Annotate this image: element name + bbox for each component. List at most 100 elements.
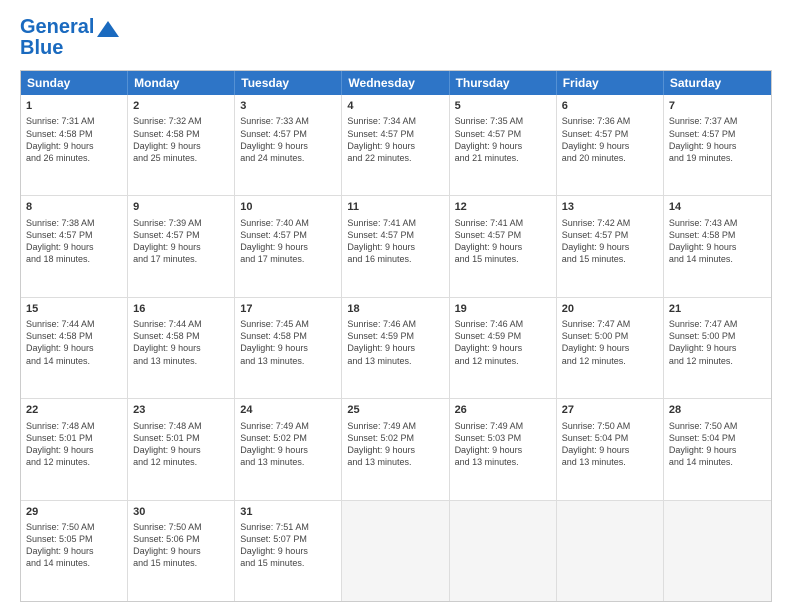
day-number: 24 (240, 403, 336, 418)
cell-info: Sunrise: 7:50 AM Sunset: 5:06 PM Dayligh… (133, 521, 229, 570)
cell-info: Sunrise: 7:35 AM Sunset: 4:57 PM Dayligh… (455, 115, 551, 164)
calendar-cell: 15Sunrise: 7:44 AM Sunset: 4:58 PM Dayli… (21, 298, 128, 398)
day-number: 11 (347, 200, 443, 215)
calendar-cell: 26Sunrise: 7:49 AM Sunset: 5:03 PM Dayli… (450, 399, 557, 499)
calendar-cell: 4Sunrise: 7:34 AM Sunset: 4:57 PM Daylig… (342, 95, 449, 195)
day-number: 3 (240, 99, 336, 114)
logo-general: General (20, 16, 94, 38)
calendar-cell (557, 501, 664, 601)
day-number: 9 (133, 200, 229, 215)
calendar-cell: 23 Sunrise: 7:48 AM Sunset: 5:01 PM Dayli… (128, 399, 235, 499)
cell-info: Sunrise: 7:45 AM Sunset: 4:58 PM Dayligh… (240, 318, 336, 367)
day-number: 4 (347, 99, 443, 114)
day-number: 27 (562, 403, 658, 418)
cell-info: Sunrise: 7:50 AM Sunset: 5:04 PM Dayligh… (669, 420, 766, 469)
cell-info: Sunrise: 7:36 AM Sunset: 4:57 PM Dayligh… (562, 115, 658, 164)
day-number: 30 (133, 505, 229, 520)
cell-info: Sunrise: 7:34 AM Sunset: 4:57 PM Dayligh… (347, 115, 443, 164)
cell-info: Sunrise: 7:47 AM Sunset: 5:00 PM Dayligh… (562, 318, 658, 367)
cell-info: Sunrise: 7:49 AM Sunset: 5:03 PM Dayligh… (455, 420, 551, 469)
calendar-row: 15Sunrise: 7:44 AM Sunset: 4:58 PM Dayli… (21, 297, 771, 398)
weekday-header: Saturday (664, 71, 771, 95)
day-number: 5 (455, 99, 551, 114)
day-number: 31 (240, 505, 336, 520)
calendar-cell (450, 501, 557, 601)
calendar-cell: 22 Sunrise: 7:48 AM Sunset: 5:01 PM Dayli… (21, 399, 128, 499)
calendar-cell: 5Sunrise: 7:35 AM Sunset: 4:57 PM Daylig… (450, 95, 557, 195)
calendar-cell: 25 Sunrise: 7:49 AM Sunset: 5:02 PM Dayli… (342, 399, 449, 499)
calendar-cell: 7Sunrise: 7:37 AM Sunset: 4:57 PM Daylig… (664, 95, 771, 195)
cell-info: Sunrise: 7:38 AM Sunset: 4:57 PM Dayligh… (26, 217, 122, 266)
cell-info: Sunrise: 7:31 AM Sunset: 4:58 PM Dayligh… (26, 115, 122, 164)
day-number: 18 (347, 302, 443, 317)
calendar-cell: 1Sunrise: 7:31 AM Sunset: 4:58 PM Daylig… (21, 95, 128, 195)
cell-info: Sunrise: 7:46 AM Sunset: 4:59 PM Dayligh… (455, 318, 551, 367)
cell-info: Sunrise: 7:44 AM Sunset: 4:58 PM Dayligh… (26, 318, 122, 367)
cell-info: Sunrise: 7:33 AM Sunset: 4:57 PM Dayligh… (240, 115, 336, 164)
header: General Blue (20, 16, 772, 60)
day-number: 23 (133, 403, 229, 418)
cell-info: Sunrise: 7:42 AM Sunset: 4:57 PM Dayligh… (562, 217, 658, 266)
cell-info: Sunrise: 7:46 AM Sunset: 4:59 PM Dayligh… (347, 318, 443, 367)
cell-info: Sunrise: 7:49 AM Sunset: 5:02 PM Dayligh… (347, 420, 443, 469)
calendar-cell: 11 Sunrise: 7:41 AM Sunset: 4:57 PM Dayli… (342, 196, 449, 296)
calendar-cell: 29Sunrise: 7:50 AM Sunset: 5:05 PM Dayli… (21, 501, 128, 601)
cell-info: Sunrise: 7:47 AM Sunset: 5:00 PM Dayligh… (669, 318, 766, 367)
calendar-cell: 30Sunrise: 7:50 AM Sunset: 5:06 PM Dayli… (128, 501, 235, 601)
day-number: 6 (562, 99, 658, 114)
calendar-cell: 21Sunrise: 7:47 AM Sunset: 5:00 PM Dayli… (664, 298, 771, 398)
logo: General Blue (20, 16, 119, 60)
weekday-header: Monday (128, 71, 235, 95)
weekday-header: Tuesday (235, 71, 342, 95)
cell-info: Sunrise: 7:41 AM Sunset: 4:57 PM Dayligh… (455, 217, 551, 266)
logo-triangle-icon (97, 21, 119, 37)
page: General Blue SundayMondayTuesdayWednesda… (0, 0, 792, 612)
day-number: 25 (347, 403, 443, 418)
day-number: 8 (26, 200, 122, 215)
day-number: 20 (562, 302, 658, 317)
calendar-cell: 24 Sunrise: 7:49 AM Sunset: 5:02 PM Dayli… (235, 399, 342, 499)
day-number: 19 (455, 302, 551, 317)
calendar-row: 1Sunrise: 7:31 AM Sunset: 4:58 PM Daylig… (21, 95, 771, 195)
cell-info: Sunrise: 7:32 AM Sunset: 4:58 PM Dayligh… (133, 115, 229, 164)
day-number: 15 (26, 302, 122, 317)
cell-info: Sunrise: 7:37 AM Sunset: 4:57 PM Dayligh… (669, 115, 766, 164)
cell-info: Sunrise: 7:40 AM Sunset: 4:57 PM Dayligh… (240, 217, 336, 266)
calendar-cell: 3Sunrise: 7:33 AM Sunset: 4:57 PM Daylig… (235, 95, 342, 195)
calendar-cell: 31Sunrise: 7:51 AM Sunset: 5:07 PM Dayli… (235, 501, 342, 601)
day-number: 10 (240, 200, 336, 215)
calendar-header: SundayMondayTuesdayWednesdayThursdayFrid… (21, 71, 771, 95)
day-number: 13 (562, 200, 658, 215)
calendar-cell (664, 501, 771, 601)
calendar-cell: 19Sunrise: 7:46 AM Sunset: 4:59 PM Dayli… (450, 298, 557, 398)
weekday-header: Sunday (21, 71, 128, 95)
calendar-cell: 18Sunrise: 7:46 AM Sunset: 4:59 PM Dayli… (342, 298, 449, 398)
calendar-cell: 10 Sunrise: 7:40 AM Sunset: 4:57 PM Dayli… (235, 196, 342, 296)
cell-info: Sunrise: 7:41 AM Sunset: 4:57 PM Dayligh… (347, 217, 443, 266)
calendar-cell: 16Sunrise: 7:44 AM Sunset: 4:58 PM Dayli… (128, 298, 235, 398)
calendar-row: 22 Sunrise: 7:48 AM Sunset: 5:01 PM Dayli… (21, 398, 771, 499)
day-number: 21 (669, 302, 766, 317)
weekday-header: Thursday (450, 71, 557, 95)
calendar: SundayMondayTuesdayWednesdayThursdayFrid… (20, 70, 772, 602)
calendar-row: 29Sunrise: 7:50 AM Sunset: 5:05 PM Dayli… (21, 500, 771, 601)
calendar-cell: 20Sunrise: 7:47 AM Sunset: 5:00 PM Dayli… (557, 298, 664, 398)
cell-info: Sunrise: 7:39 AM Sunset: 4:57 PM Dayligh… (133, 217, 229, 266)
day-number: 29 (26, 505, 122, 520)
cell-info: Sunrise: 7:44 AM Sunset: 4:58 PM Dayligh… (133, 318, 229, 367)
cell-info: Sunrise: 7:48 AM Sunset: 5:01 PM Dayligh… (26, 420, 122, 469)
calendar-cell: 28 Sunrise: 7:50 AM Sunset: 5:04 PM Dayli… (664, 399, 771, 499)
calendar-cell: 9 Sunrise: 7:39 AM Sunset: 4:57 PM Daylig… (128, 196, 235, 296)
day-number: 17 (240, 302, 336, 317)
calendar-cell: 14Sunrise: 7:43 AM Sunset: 4:58 PM Dayli… (664, 196, 771, 296)
weekday-header: Friday (557, 71, 664, 95)
day-number: 12 (455, 200, 551, 215)
day-number: 28 (669, 403, 766, 418)
calendar-body: 1Sunrise: 7:31 AM Sunset: 4:58 PM Daylig… (21, 95, 771, 601)
cell-info: Sunrise: 7:50 AM Sunset: 5:04 PM Dayligh… (562, 420, 658, 469)
cell-info: Sunrise: 7:48 AM Sunset: 5:01 PM Dayligh… (133, 420, 229, 469)
cell-info: Sunrise: 7:49 AM Sunset: 5:02 PM Dayligh… (240, 420, 336, 469)
day-number: 7 (669, 99, 766, 114)
day-number: 22 (26, 403, 122, 418)
day-number: 1 (26, 99, 122, 114)
